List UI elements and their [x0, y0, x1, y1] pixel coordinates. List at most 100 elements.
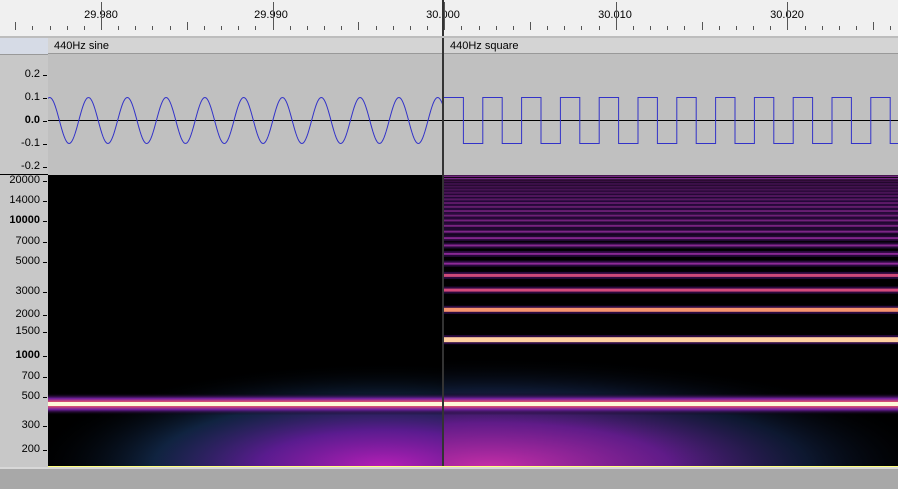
clip-title-square[interactable]: 440Hz square	[444, 38, 898, 54]
spectrogram-axis-label: 7000	[15, 235, 40, 248]
spectrogram-axis-tick	[43, 201, 47, 203]
ruler-cursor-marker	[442, 0, 444, 36]
spectrogram-axis-label: 300	[21, 419, 40, 432]
spectrogram-axis-tick	[43, 242, 47, 244]
timeline-ruler[interactable]: 29.98029.99030.00030.01030.020	[0, 0, 898, 36]
harmonic-9	[444, 273, 898, 277]
ruler-tick	[667, 26, 668, 30]
ruler-tick	[873, 22, 874, 30]
spectrogram-axis-label: 2000	[15, 308, 40, 321]
ruler-tick	[753, 26, 754, 30]
spectrogram-axis-label: 700	[21, 369, 40, 382]
ruler-label: 30.010	[598, 9, 632, 21]
ruler-tick	[135, 26, 136, 30]
ruler-tick	[530, 22, 531, 30]
track-vertical-ruler[interactable]: 0.2 0.1 0.0 -0.1 -0.2 20000 14000 10000 7000 5000…	[0, 38, 49, 468]
ruler-tick	[599, 26, 600, 30]
waveform-axis-tick	[43, 120, 47, 122]
spectrogram-axis-tick	[43, 332, 47, 334]
ruler-tick	[856, 26, 857, 30]
ruler-tick	[118, 26, 119, 30]
spectrogram-view[interactable]	[48, 175, 898, 467]
ruler-tick	[170, 26, 171, 30]
ruler-tick	[187, 22, 188, 30]
ruler-tick	[393, 26, 394, 30]
ruler-tick	[702, 22, 703, 30]
ruler-tick	[427, 26, 428, 30]
ruler-tick	[152, 26, 153, 30]
ruler-tick	[50, 26, 51, 30]
waveform-axis-label: -0.1	[21, 136, 40, 149]
play-cursor-line	[442, 38, 444, 468]
spectrogram-axis-tick	[43, 221, 47, 223]
ruler-tick	[839, 26, 840, 30]
harmonic-23	[444, 219, 898, 222]
ruler-tick	[444, 2, 445, 30]
ruler-tick	[341, 26, 342, 30]
spectrogram-axis-tick	[43, 396, 47, 398]
spectrogram-axis-label: 200	[21, 443, 40, 456]
harmonic-13	[444, 252, 898, 255]
waveform-axis-label: -0.2	[21, 159, 40, 172]
ruler-tick	[719, 26, 720, 30]
harmonic-27	[444, 210, 898, 213]
spectrogram-axis-label: 1500	[15, 325, 40, 338]
ruler-tick	[770, 26, 771, 30]
harmonic-high	[444, 175, 898, 177]
ruler-tick	[67, 26, 68, 30]
spectrogram-axis-tick	[43, 180, 47, 182]
ruler-tick	[513, 26, 514, 30]
ruler-tick	[633, 26, 634, 30]
waveform-axis-tick	[43, 143, 47, 145]
waveform-axis-label: 0.0	[24, 113, 40, 126]
harmonic-29	[444, 205, 898, 208]
ruler-tick	[307, 26, 308, 30]
ruler-tick	[376, 26, 377, 30]
ruler-tick	[787, 2, 788, 30]
harmonic-3	[444, 337, 898, 343]
harmonic-19	[444, 230, 898, 233]
spectrogram-axis-tick	[43, 450, 47, 452]
spectrogram-axis-label: 1000	[15, 348, 40, 361]
ruler-tick	[461, 26, 462, 30]
ruler-tick	[358, 22, 359, 30]
spectrogram-axis-tick	[43, 376, 47, 378]
spectrogram-axis-tick	[43, 315, 47, 317]
waveform-axis-tick	[43, 166, 47, 168]
harmonic-17	[444, 237, 898, 240]
track-ruler-header	[0, 38, 48, 55]
waveform-axis-tick	[43, 97, 47, 99]
waveform-view[interactable]: 440Hz sine 440Hz square	[48, 38, 898, 175]
ruler-tick	[221, 26, 222, 30]
ruler-tick	[238, 26, 239, 30]
waveform-axis-label: 0.2	[24, 67, 40, 80]
ruler-tick	[496, 26, 497, 30]
spectrogram-plot	[48, 175, 898, 467]
waveform-plot	[48, 96, 898, 145]
ruler-tick	[564, 26, 565, 30]
ruler-tick	[290, 26, 291, 30]
spectrogram-axis-label: 3000	[15, 284, 40, 297]
harmonic-high	[444, 177, 898, 180]
spectrogram-axis-tick	[43, 426, 47, 428]
ruler-tick	[255, 26, 256, 30]
spectrogram-axis-label: 5000	[15, 254, 40, 267]
ruler-label: 29.990	[254, 9, 288, 21]
ruler-tick	[273, 2, 274, 30]
harmonic-7	[444, 288, 898, 292]
ruler-tick	[736, 26, 737, 30]
ruler-tick	[32, 26, 33, 30]
harmonic-15	[444, 244, 898, 247]
spectrogram-axis-label: 20000	[9, 173, 40, 186]
ruler-tick	[822, 26, 823, 30]
ruler-tick	[479, 26, 480, 30]
clip-title-sine[interactable]: 440Hz sine	[48, 38, 442, 54]
ruler-tick	[15, 22, 16, 30]
harmonic-5	[444, 307, 898, 312]
spectrogram-axis-label: 10000	[9, 214, 40, 227]
spectrogram-axis-tick	[43, 261, 47, 263]
ruler-tick	[616, 2, 617, 30]
ruler-tick	[805, 26, 806, 30]
ruler-tick	[101, 2, 102, 30]
ruler-tick	[84, 26, 85, 30]
